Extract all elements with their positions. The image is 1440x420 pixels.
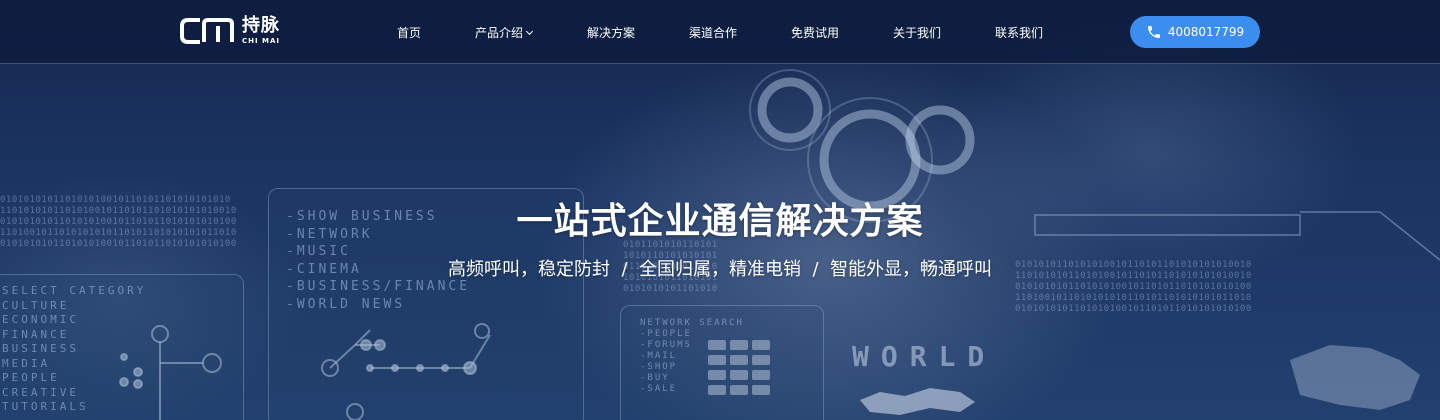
top-navbar: 持脉 CHI MAI 首页 产品介绍 解决方案 渠道合作 免费试用 关于我们 联…: [0, 0, 1440, 64]
brand-logo[interactable]: 持脉 CHI MAI: [180, 16, 280, 46]
nav-products[interactable]: 产品介绍: [475, 24, 534, 41]
brand-name-en: CHI MAI: [242, 37, 281, 45]
nav-home[interactable]: 首页: [397, 24, 421, 41]
hero-title: 一站式企业通信解决方案: [516, 201, 924, 242]
network-search-text: NETWORK SEARCH -PEOPLE -FORUMS -MAIL -SH…: [640, 318, 744, 394]
nav-solutions[interactable]: 解决方案: [587, 24, 635, 41]
nav-products-label: 产品介绍: [475, 26, 524, 40]
hero-subtitle: 高频呼叫，稳定防封 / 全国归属，精准电销 / 智能外显，畅通呼叫: [448, 259, 992, 280]
cm-logo-icon: [180, 18, 234, 44]
category-list-text: SELECT CATEGORY CULTURE ECONOMIC FINANCE…: [2, 284, 147, 413]
chevron-down-icon: [525, 27, 534, 36]
phone-icon: [1147, 26, 1160, 38]
nav-free-trial[interactable]: 免费试用: [791, 24, 839, 41]
brand-name-cn: 持脉: [242, 15, 280, 36]
nav-about-us[interactable]: 关于我们: [893, 24, 941, 41]
nav-contact-us[interactable]: 联系我们: [995, 24, 1043, 41]
nav-channel-partners[interactable]: 渠道合作: [689, 24, 737, 41]
phone-contact-button[interactable]: 4008017799: [1130, 16, 1260, 48]
world-text: WORLD: [852, 340, 997, 373]
phone-number: 4008017799: [1167, 25, 1245, 39]
